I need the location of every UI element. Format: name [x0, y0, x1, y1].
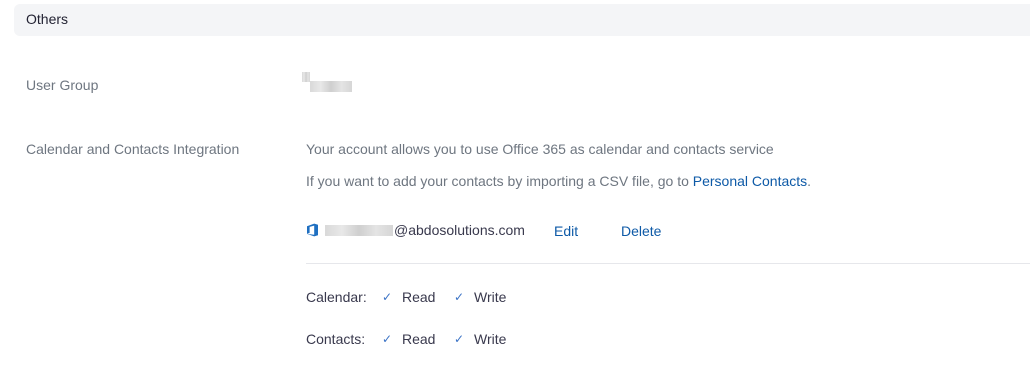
calendar-write-check-icon: ✓ [454, 290, 465, 304]
calendar-permissions-label: Calendar: [306, 289, 367, 305]
account-email-domain: @abdosolutions.com [394, 222, 525, 238]
contacts-permissions-label: Contacts: [306, 331, 366, 347]
office365-icon [306, 223, 319, 237]
personal-contacts-link[interactable]: Personal Contacts [693, 173, 807, 189]
user-group-label: User Group [26, 77, 99, 93]
section-title: Others [26, 11, 69, 27]
csv-import-suffix: . [807, 173, 812, 189]
integration-description: Your account allows you to use Office 36… [306, 141, 774, 157]
csv-import-prefix: If you want to add your contacts by impo… [306, 173, 693, 189]
calendar-read-check-icon: ✓ [382, 290, 393, 304]
edit-button[interactable]: Edit [554, 223, 578, 239]
contacts-read-check-icon: ✓ [382, 332, 393, 346]
section-header-others: Others [14, 4, 1030, 36]
user-group-value-redacted-top [302, 72, 310, 82]
user-group-value-redacted [310, 81, 352, 92]
contacts-write-check-icon: ✓ [454, 332, 465, 346]
calendar-write-label: Write [474, 289, 507, 305]
account-email-redacted [325, 225, 393, 236]
contacts-write-label: Write [474, 331, 507, 347]
contacts-read-label: Read [402, 331, 436, 347]
calendar-contacts-integration-label: Calendar and Contacts Integration [26, 141, 240, 157]
delete-button[interactable]: Delete [621, 223, 661, 239]
csv-import-note: If you want to add your contacts by impo… [306, 173, 811, 189]
divider [306, 263, 1030, 264]
calendar-read-label: Read [402, 289, 436, 305]
